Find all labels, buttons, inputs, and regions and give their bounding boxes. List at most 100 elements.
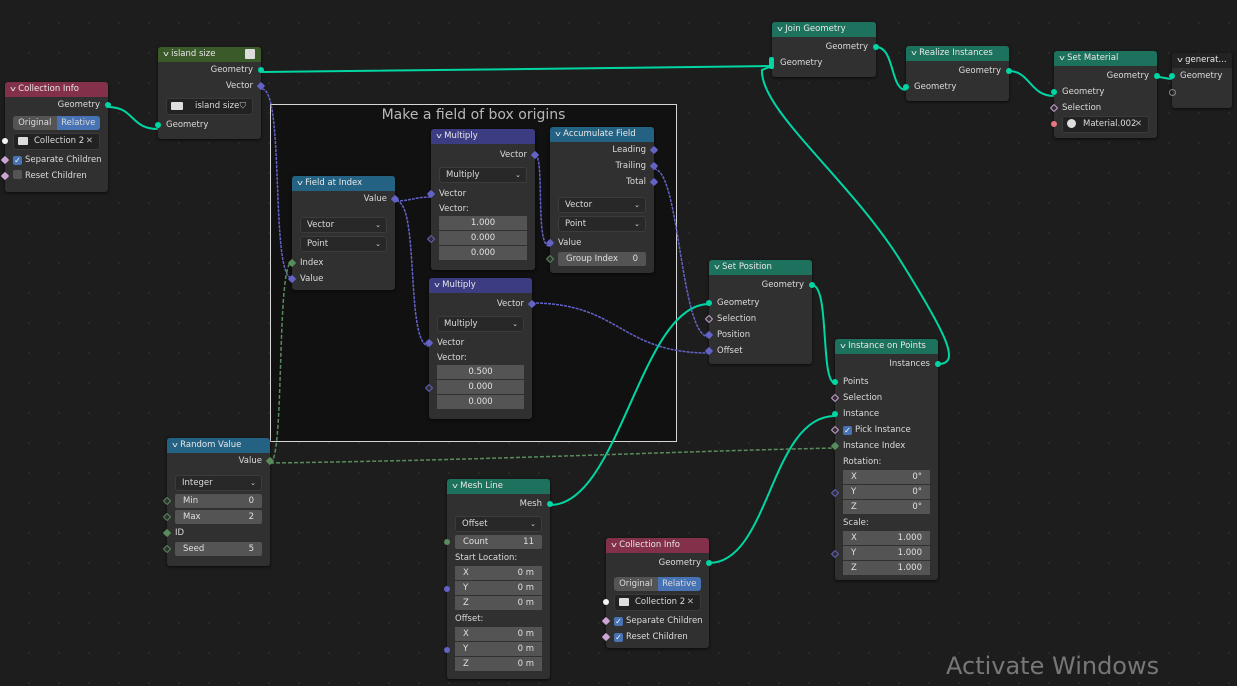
relative-button[interactable]: Relative [56,116,100,130]
geometry-socket[interactable] [1006,68,1012,74]
chevron-down-icon[interactable]: v [840,339,846,354]
material-field[interactable]: Material.002 ✕ [1051,116,1149,133]
geometry-socket[interactable] [1154,73,1160,79]
max-field[interactable]: Max 2 [175,510,262,524]
bool-socket[interactable] [601,616,611,626]
seed-field[interactable]: Seed 5 [175,542,262,556]
start-x-field[interactable]: X0 m [455,566,542,580]
original-button[interactable]: Original [13,116,57,130]
chevron-down-icon[interactable]: v [163,47,169,62]
vector-y-field[interactable]: 0.000 [439,231,527,245]
node-field-at-index[interactable]: v Field at Index Value Vector ⌄ Point ⌄ Ind… [287,176,400,290]
scale-x-field[interactable]: X 1.000 [843,531,930,545]
offset-z-field[interactable]: Z0 m [455,657,542,671]
start-y-field[interactable]: Y0 m [455,581,542,595]
node-collection-info-2[interactable]: v Collection Info Geometry Original Relati… [601,538,712,648]
bool-socket[interactable] [704,314,714,324]
geometry-socket[interactable] [547,501,553,507]
offset-x-field[interactable]: X0 m [455,627,542,641]
node-header[interactable]: v Random Value [167,438,270,453]
chevron-down-icon[interactable]: v [297,176,303,191]
relative-button[interactable]: Relative [657,577,701,591]
bool-socket[interactable] [601,632,611,642]
chevron-down-icon[interactable]: v [172,438,178,453]
pick-instance-checkbox[interactable]: ✓ [843,426,852,435]
node-group-selector[interactable]: island size ⛉ [166,98,253,115]
original-button[interactable]: Original [614,577,658,591]
chevron-down-icon[interactable]: v [555,127,561,142]
vector-socket[interactable] [444,647,450,653]
vector-z-field[interactable]: 0.000 [437,395,524,409]
operation-dropdown[interactable]: Multiply ⌄ [437,316,524,332]
node-set-material[interactable]: v Set Material Geometry Geometry Selectio… [1049,51,1160,138]
chevron-down-icon[interactable]: v [911,46,917,61]
node-header[interactable]: v Set Position [709,260,812,275]
vector-socket[interactable] [830,488,840,498]
node-header[interactable]: v Instance on Points [835,339,938,354]
domain-dropdown[interactable]: Point ⌄ [558,216,646,232]
vector-x-field[interactable]: 0.500 [437,365,524,379]
node-header[interactable]: v Join Geometry [772,22,876,37]
bool-socket[interactable] [0,171,10,181]
vector-socket[interactable] [704,330,714,340]
int-socket[interactable] [830,441,840,451]
collection-socket[interactable] [2,138,8,144]
geometry-socket[interactable] [706,300,712,306]
chevron-down-icon[interactable]: v [436,129,442,144]
clear-icon[interactable]: ✕ [687,595,694,610]
operation-dropdown[interactable]: Multiply ⌄ [439,167,527,183]
chevron-down-icon[interactable]: v [1059,51,1065,66]
geometry-socket[interactable] [706,560,712,566]
transform-space-toggle[interactable]: Original Relative [13,116,100,130]
vector-socket[interactable] [444,586,450,592]
int-socket[interactable] [162,512,172,522]
vector-y-field[interactable]: 0.000 [437,380,524,394]
node-header[interactable]: v Realize Instances [906,46,1009,61]
clear-icon[interactable]: ✕ [1135,117,1142,132]
group-index-field[interactable]: Group Index 0 [558,252,646,266]
bool-socket[interactable] [0,155,10,165]
node-join-geometry[interactable]: v Join Geometry Geometry Geometry [769,22,879,77]
node-accumulate-field[interactable]: v Accumulate Field Leading Trailing Total… [545,127,659,273]
chevron-down-icon[interactable]: v [714,260,720,275]
scale-y-field[interactable]: Y 1.000 [843,546,930,560]
node-header[interactable]: v Mesh Line [447,479,550,494]
node-instance-on-points[interactable]: v Instance on Points Instances Points Sel… [830,339,941,580]
min-field[interactable]: Min 0 [175,494,262,508]
node-group-output[interactable]: v generat... Geometry [1169,53,1232,108]
chevron-down-icon[interactable]: v [434,278,440,293]
int-socket[interactable] [162,544,172,554]
geometry-socket[interactable] [809,282,815,288]
chevron-down-icon[interactable]: v [1177,53,1183,68]
rotation-x-field[interactable]: X 0° [843,470,930,484]
node-header[interactable]: v generat... [1172,53,1232,68]
geometry-socket[interactable] [873,44,879,50]
node-header[interactable]: v Set Material [1054,51,1157,66]
separate-children-checkbox[interactable]: ✓ [13,156,22,165]
node-realize-instances[interactable]: v Realize Instances Geometry Geometry [903,46,1012,101]
node-header[interactable]: v Field at Index [292,176,395,191]
rotation-z-field[interactable]: Z 0° [843,500,930,514]
chevron-down-icon[interactable]: v [10,82,16,97]
fake-user-shield-icon[interactable]: ⛉ [240,99,246,114]
material-socket[interactable] [1051,121,1057,127]
int-socket[interactable] [444,539,450,545]
separate-children-checkbox[interactable]: ✓ [614,617,623,626]
geometry-socket[interactable] [832,379,838,385]
node-header[interactable]: v Multiply [431,129,535,144]
node-mesh-line[interactable]: v Mesh Line Mesh Offset ⌄ Count 11 Start Lo… [444,479,553,679]
mode-dropdown[interactable]: Offset ⌄ [455,516,542,532]
chevron-down-icon[interactable]: v [777,22,783,37]
start-z-field[interactable]: Z0 m [455,596,542,610]
geometry-socket[interactable] [903,84,909,90]
data-type-dropdown[interactable]: Vector ⌄ [300,217,387,233]
node-set-position[interactable]: v Set Position Geometry Geometry Selectio… [704,260,815,364]
data-type-dropdown[interactable]: Integer ⌄ [175,475,262,491]
node-header[interactable]: v island size [158,47,261,62]
count-field[interactable]: Count 11 [455,535,542,549]
multi-input-socket[interactable] [769,57,774,69]
node-island-size[interactable]: v island size Geometry Vector island size… [155,47,266,139]
reset-children-checkbox[interactable]: ✓ [614,633,623,642]
geometry-socket[interactable] [258,67,264,73]
chevron-down-icon[interactable]: v [611,538,617,553]
